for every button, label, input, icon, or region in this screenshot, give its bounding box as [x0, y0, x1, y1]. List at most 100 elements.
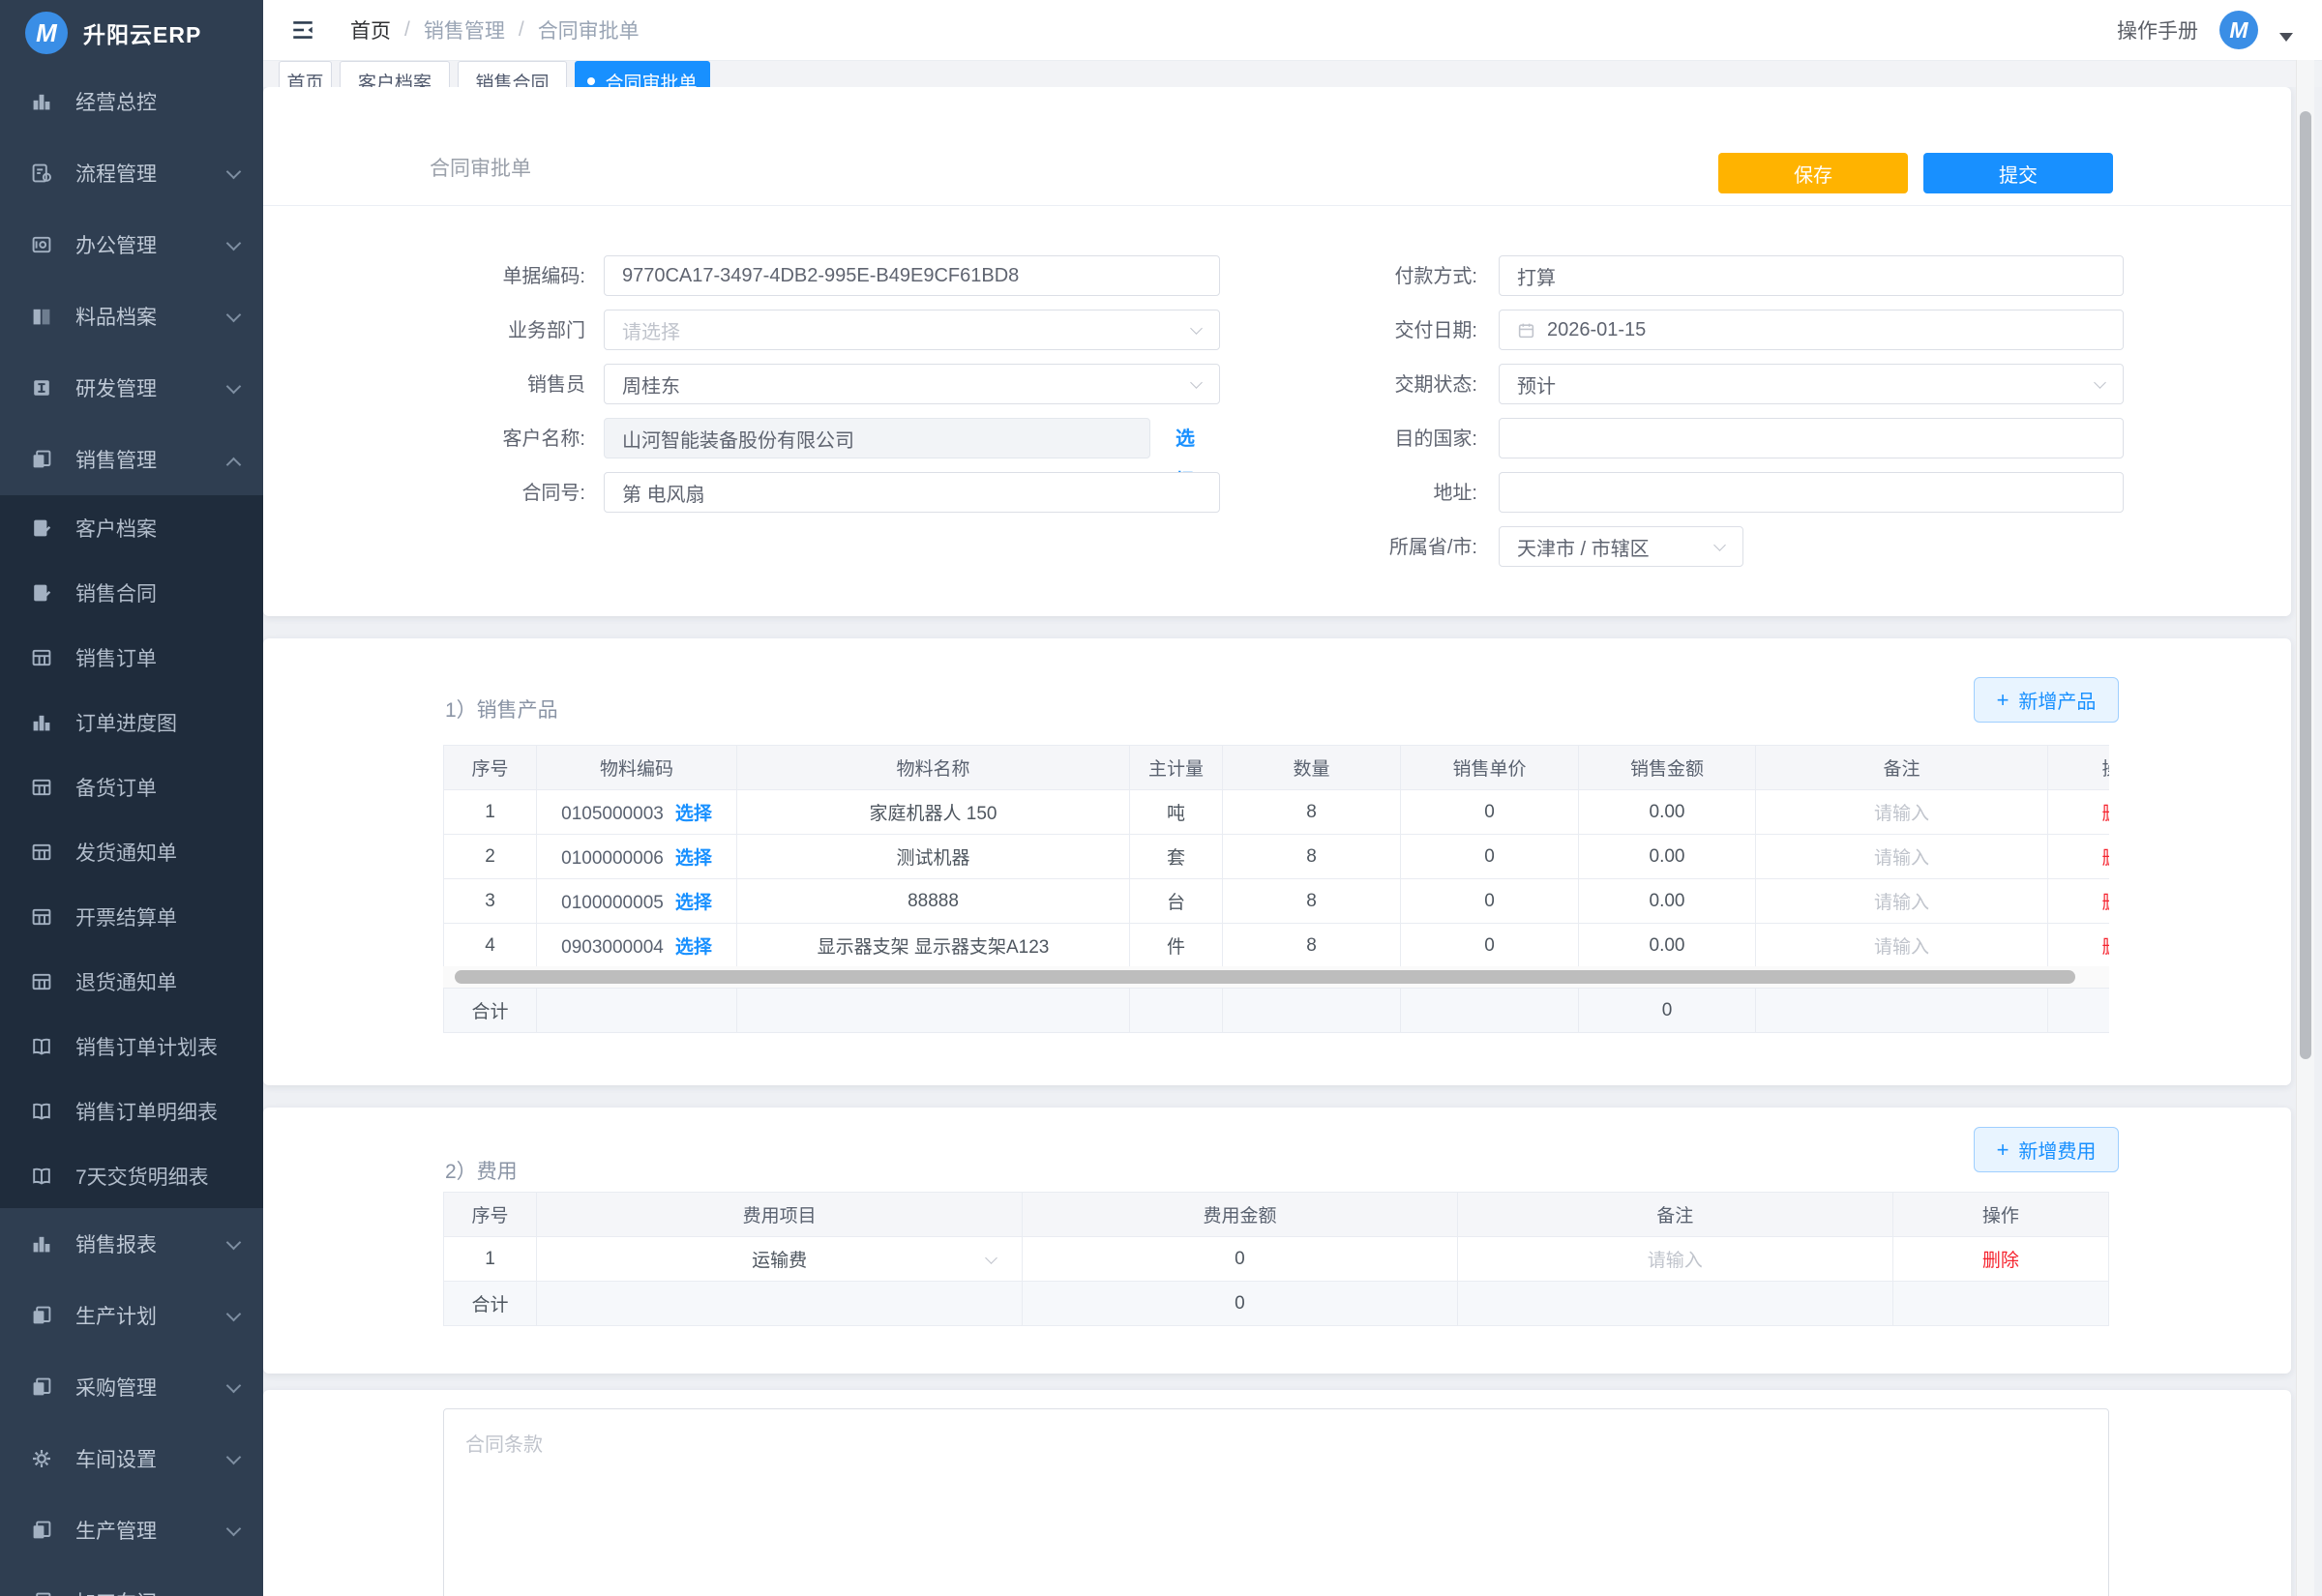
sales-submenu: 客户档案 销售合同 销售订单 订单进度图 备货订单 发货通知单 [0, 495, 263, 1208]
doc-code-input[interactable]: 9770CA17-3497-4DB2-995E-B49E9CF61BD8 [604, 255, 1220, 296]
pages-icon [29, 1518, 54, 1543]
column-header: 序号 [444, 746, 537, 790]
chevron-down-icon [226, 1459, 238, 1470]
horizontal-scrollbar[interactable] [443, 966, 2109, 988]
delete-row-link[interactable]: 删除 [2101, 804, 2109, 824]
sidebar-item-materials-archive[interactable]: 料品档案 [0, 281, 263, 352]
user-avatar[interactable]: M [2219, 11, 2258, 49]
address-input[interactable] [1499, 472, 2124, 513]
contract-terms-textarea[interactable] [443, 1408, 2109, 1596]
add-fee-button[interactable]: + 新增费用 [1974, 1127, 2119, 1172]
sidebar-item-sales-order-detail[interactable]: 销售订单明细表 [0, 1079, 263, 1143]
total-amount: 0 [1579, 989, 1756, 1033]
rnd-icon [29, 375, 54, 400]
remark-input[interactable]: 请输入 [1756, 790, 2048, 835]
user-menu-caret-icon[interactable] [2279, 33, 2293, 42]
province-select[interactable]: 天津市 / 市辖区 [1499, 526, 1743, 567]
pick-material-link[interactable]: 选择 [675, 937, 712, 958]
qty-cell[interactable]: 8 [1223, 790, 1401, 835]
contract-no-input[interactable]: 第 电风扇 [604, 472, 1220, 513]
qty-cell[interactable]: 8 [1223, 835, 1401, 879]
action-cell: 删除 [2048, 835, 2110, 879]
sidebar-item-order-progress[interactable]: 订单进度图 [0, 690, 263, 754]
product-row: 1 0105000003选择 家庭机器人 150 吨 8 0 0.00 请输入 … [444, 790, 2110, 835]
sidebar-item-sales-mgmt[interactable]: 销售管理 [0, 424, 263, 495]
sidebar-item-stock-order[interactable]: 备货订单 [0, 754, 263, 819]
collapse-sidebar-icon[interactable] [290, 17, 315, 43]
products-card: 1）销售产品 + 新增产品 序号物料编码物料名称主计量数量销售单价销售金额备注操… [263, 638, 2291, 1085]
sidebar-item-office-mgmt[interactable]: 办公管理 [0, 209, 263, 281]
add-product-button[interactable]: + 新增产品 [1974, 677, 2119, 723]
sidebar-item-business-overview[interactable]: 经营总控 [0, 66, 263, 137]
dept-select[interactable]: 请选择 [604, 310, 1220, 350]
dest-country-input[interactable] [1499, 418, 2124, 458]
tab-sales-contract[interactable]: 销售合同 [458, 61, 567, 87]
delete-row-link[interactable]: 删除 [2101, 937, 2109, 958]
breadcrumb-home[interactable]: 首页 [350, 15, 391, 44]
delete-row-link[interactable]: 删除 [2101, 893, 2109, 913]
remark-input[interactable]: 请输入 [1457, 1237, 1892, 1282]
pick-material-link[interactable]: 选择 [675, 848, 712, 869]
sidebar-item-production-mgmt[interactable]: 生产管理 [0, 1494, 263, 1566]
sidebar-item-7day-delivery-detail[interactable]: 7天交货明细表 [0, 1143, 263, 1208]
sidebar-item-process-mgmt[interactable]: 流程管理 [0, 137, 263, 209]
tab-home[interactable]: 首页 [279, 61, 332, 87]
sidebar-item-sales-order[interactable]: 销售订单 [0, 625, 263, 690]
sidebar-item-invoice-settlement[interactable]: 开票结算单 [0, 884, 263, 949]
remark-input[interactable]: 请输入 [1756, 879, 2048, 924]
sidebar-item-sales-contract[interactable]: 销售合同 [0, 560, 263, 625]
qty-cell[interactable]: 8 [1223, 879, 1401, 924]
sidebar-item-sales-report[interactable]: 销售报表 [0, 1208, 263, 1280]
price-cell[interactable]: 0 [1401, 924, 1579, 968]
remark-input[interactable]: 请输入 [1756, 835, 2048, 879]
price-cell[interactable]: 0 [1401, 790, 1579, 835]
sidebar-item-processing-workshop[interactable]: 加工车间 [0, 1566, 263, 1596]
delivery-status-select[interactable]: 预计 [1499, 364, 2124, 404]
sidebar-item-production-plan[interactable]: 生产计划 [0, 1280, 263, 1351]
total-amount: 0 [1023, 1282, 1457, 1326]
delivery-date-input[interactable]: 2026-01-15 [1499, 310, 2124, 350]
pick-material-link[interactable]: 选择 [675, 804, 712, 824]
column-header: 费用项目 [537, 1193, 1023, 1237]
amount-cell: 0.00 [1579, 790, 1756, 835]
sidebar-item-shipping-notice[interactable]: 发货通知单 [0, 819, 263, 884]
manual-link[interactable]: 操作手册 [2117, 15, 2198, 44]
calendar-icon [1517, 321, 1535, 340]
delete-row-link[interactable]: 删除 [1982, 1251, 2019, 1271]
bar-chart-icon [29, 710, 54, 735]
qty-cell[interactable]: 8 [1223, 924, 1401, 968]
delete-row-link[interactable]: 删除 [2101, 848, 2109, 869]
sidebar-item-rnd-mgmt[interactable]: 研发管理 [0, 352, 263, 424]
fee-amount-cell[interactable]: 0 [1023, 1237, 1457, 1282]
price-cell[interactable]: 0 [1401, 835, 1579, 879]
fee-item-select[interactable]: 运输费 [537, 1237, 1023, 1282]
column-header: 序号 [444, 1193, 537, 1237]
material-code-cell: 0100000005选择 [537, 879, 737, 924]
sidebar-item-sales-order-plan[interactable]: 销售订单计划表 [0, 1014, 263, 1079]
sidebar-item-customer-archive[interactable]: 客户档案 [0, 495, 263, 560]
submit-button[interactable]: 提交 [1923, 153, 2113, 193]
salesman-select[interactable]: 周桂东 [604, 364, 1220, 404]
pick-material-link[interactable]: 选择 [675, 893, 712, 913]
save-button[interactable]: 保存 [1718, 153, 1908, 193]
material-name-cell: 家庭机器人 150 [737, 790, 1130, 835]
horizontal-scrollbar-thumb[interactable] [455, 970, 2075, 984]
tab-contract-approval[interactable]: 合同审批单 [575, 61, 710, 87]
vertical-scrollbar[interactable] [2296, 60, 2314, 1596]
payment-input[interactable]: 打算 [1499, 255, 2124, 296]
product-row: 4 0903000004选择 显示器支架 显示器支架A123 件 8 0 0.0… [444, 924, 2110, 968]
table-icon [29, 904, 54, 930]
app-logo[interactable]: M 升阳云ERP [0, 0, 263, 66]
table-icon [29, 969, 54, 994]
sidebar-item-purchase-mgmt[interactable]: 采购管理 [0, 1351, 263, 1423]
sidebar-item-return-notice[interactable]: 退货通知单 [0, 949, 263, 1014]
vertical-scrollbar-thumb[interactable] [2300, 111, 2311, 1059]
fees-card: 2）费用 + 新增费用 序号费用项目费用金额备注操作 1 [263, 1108, 2291, 1374]
plus-icon: + [1997, 1139, 2009, 1161]
tab-customer-archive[interactable]: 客户档案 [340, 61, 450, 87]
breadcrumb-sales-mgmt[interactable]: 销售管理 [424, 15, 505, 44]
sidebar-item-workshop-settings[interactable]: 车间设置 [0, 1423, 263, 1494]
bar-chart-icon [29, 89, 54, 114]
price-cell[interactable]: 0 [1401, 879, 1579, 924]
remark-input[interactable]: 请输入 [1756, 924, 2048, 968]
